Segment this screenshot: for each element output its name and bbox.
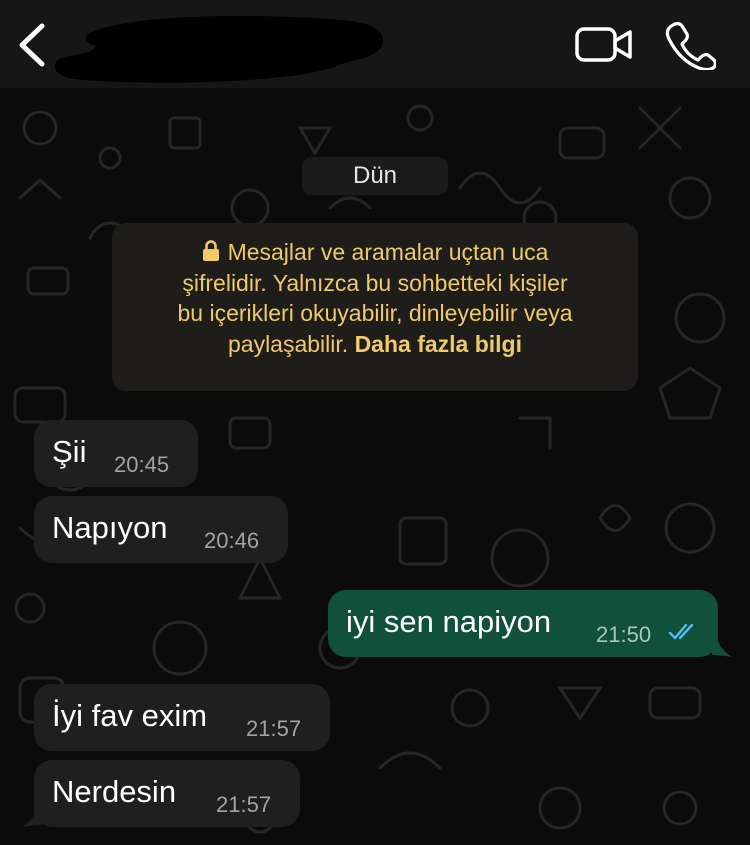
message-time: 20:45 [114,452,170,477]
encryption-line-4: paylaşabilir. Daha fazla bilgi [128,329,622,360]
bubble-tail [22,811,42,827]
video-camera-icon [575,27,632,62]
contact-name-redacted[interactable] [52,10,392,86]
learn-more-link[interactable]: Daha fazla bilgi [355,331,522,357]
video-call-button[interactable] [574,24,634,66]
date-separator: Dün [302,157,448,195]
message-bubble-incoming[interactable]: Napıyon 20:46 [34,496,288,563]
encryption-line-2: şifrelidir. Yalnızca bu sohbetteki kişil… [182,269,568,296]
message-text: İyi fav exim [52,698,208,733]
message-bubble-incoming[interactable]: İyi fav exim 21:57 [34,684,330,751]
message-bubble-incoming[interactable]: Şii 20:45 [34,420,198,487]
message-text: Napıyon [52,510,168,545]
phone-icon [665,22,717,72]
back-button[interactable] [12,22,52,68]
bubble-tail [712,641,732,657]
message-text: iyi sen napiyon [346,604,552,639]
message-text: Şii [52,434,87,469]
message-time: 21:50 [596,622,652,647]
encryption-line-4-text: paylaşabilir. [227,330,349,357]
message-time: 21:57 [216,792,272,817]
message-bubble-incoming[interactable]: Nerdesin 21:57 [34,760,300,827]
message-time: 20:46 [204,528,260,553]
encryption-line-3: bu içerikleri okuyabilir, dinleyebilir v… [177,300,573,326]
message-time: 21:57 [246,716,302,741]
voice-call-button[interactable] [664,20,717,72]
message-text: Nerdesin [52,774,177,809]
encryption-line-1: Mesajlar ve aramalar uçtan uca [128,237,622,268]
encryption-notice[interactable]: Mesajlar ve aramalar uçtan uca şifrelidi… [112,223,638,391]
lock-icon [202,240,219,261]
chevron-left-icon [19,23,45,67]
message-bubble-outgoing[interactable]: iyi sen napiyon 21:50 [328,590,718,657]
chat-header [0,0,750,88]
read-receipt-icon [668,623,694,640]
encryption-line-1-text: Mesajlar ve aramalar uçtan uca [227,239,549,265]
